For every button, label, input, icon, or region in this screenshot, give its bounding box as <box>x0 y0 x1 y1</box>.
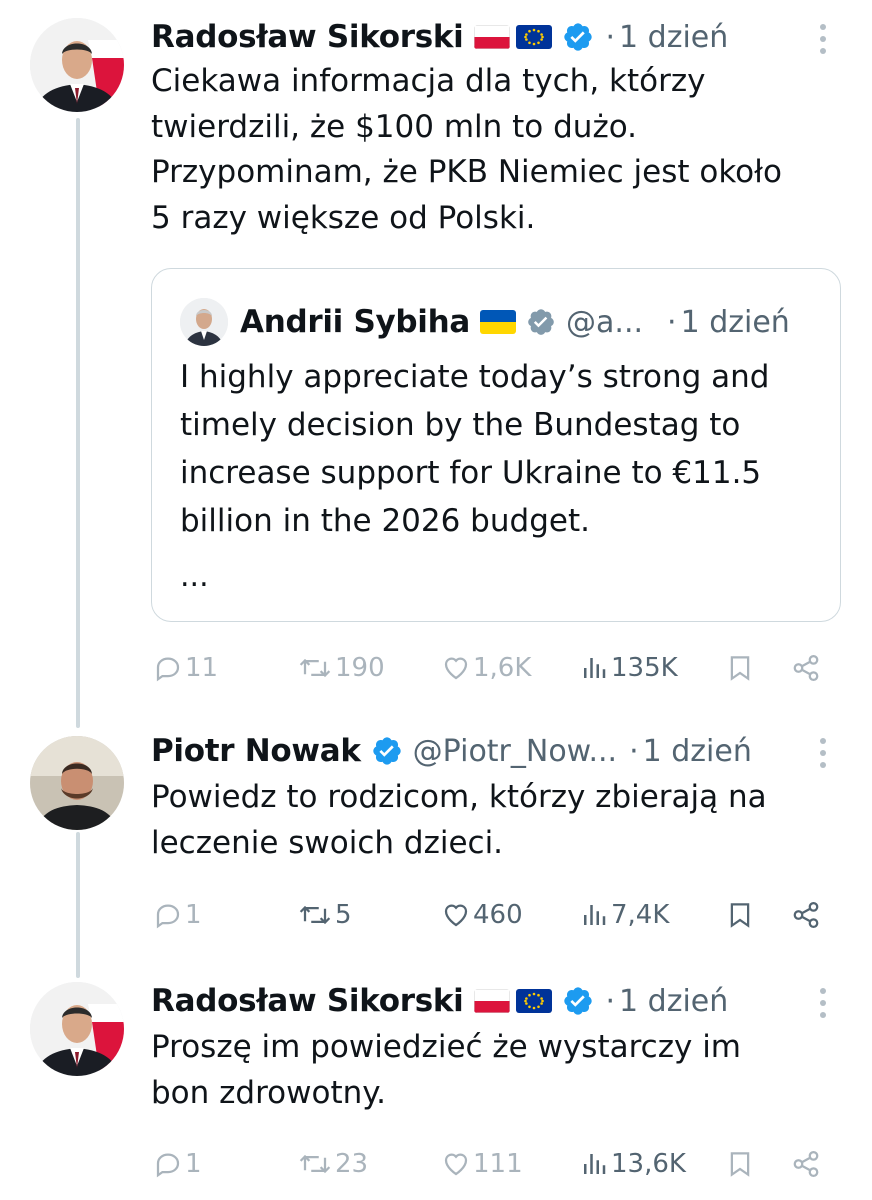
reply-count: 1 <box>185 1149 202 1179</box>
timestamp[interactable]: 1 dzień <box>619 984 728 1019</box>
separator-dot: · <box>667 304 677 340</box>
reply-icon <box>153 653 183 683</box>
bookmark-button[interactable] <box>725 1142 757 1186</box>
author-handle[interactable]: @Piotr_Now... <box>413 734 617 769</box>
reply-icon <box>153 1149 183 1179</box>
repost-count: 190 <box>335 653 385 683</box>
thread-line-1 <box>76 118 80 728</box>
poland-flag-icon <box>473 25 510 49</box>
views-icon <box>579 1149 609 1179</box>
thread-line-2 <box>76 832 80 978</box>
verified-icon <box>562 21 594 53</box>
view-count: 7,4K <box>611 900 670 930</box>
like-count: 1,6K <box>473 653 532 683</box>
verified-gray-icon <box>526 307 556 337</box>
like-button[interactable]: 111 <box>441 1142 523 1186</box>
tweet-3-actions: 1 23 111 13,6K <box>151 1142 841 1186</box>
repost-count: 5 <box>335 900 352 930</box>
tweet-text: Ciekawa informacja dla tych, którzy twie… <box>151 63 782 236</box>
repost-icon <box>297 1149 333 1179</box>
poland-flag-icon <box>473 989 510 1013</box>
bookmark-button[interactable] <box>725 646 757 690</box>
repost-button[interactable]: 5 <box>297 893 352 937</box>
avatar-nowak[interactable] <box>30 736 124 830</box>
tweet-3-header: Radosław Sikorski · 1 dzień <box>151 976 728 1026</box>
like-button[interactable]: 1,6K <box>441 646 531 690</box>
eu-flag-icon <box>515 25 552 49</box>
like-icon <box>441 1149 471 1179</box>
quoted-header: Andrii Sybiha @a... · 1 dzień <box>240 297 790 347</box>
quoted-tweet[interactable]: Andrii Sybiha @a... · 1 dzień I highly a… <box>151 268 841 622</box>
more-icon[interactable] <box>818 736 828 770</box>
share-button[interactable] <box>791 1142 823 1186</box>
view-count: 135K <box>611 653 678 683</box>
bookmark-icon <box>725 653 755 683</box>
more-icon[interactable] <box>818 22 828 56</box>
quoted-text: I highly appreciate today’s strong and t… <box>180 359 770 539</box>
tweet-1-actions: 11 190 1,6K 135K <box>151 646 841 690</box>
share-icon <box>791 900 821 930</box>
separator-dot: · <box>629 733 639 769</box>
timestamp[interactable]: 1 dzień <box>643 734 752 769</box>
author-name[interactable]: Piotr Nowak <box>151 733 361 769</box>
reply-icon <box>153 900 183 930</box>
quoted-timestamp[interactable]: 1 dzień <box>681 305 790 340</box>
reply-button[interactable]: 1 <box>153 893 202 937</box>
timestamp[interactable]: 1 dzień <box>619 20 728 55</box>
share-icon <box>791 653 821 683</box>
repost-button[interactable]: 190 <box>297 646 385 690</box>
views-icon <box>579 653 609 683</box>
repost-icon <box>297 900 333 930</box>
avatar-sybiha <box>180 298 228 346</box>
share-button[interactable] <box>791 893 823 937</box>
repost-count: 23 <box>335 1149 369 1179</box>
like-button[interactable]: 460 <box>441 893 523 937</box>
ukraine-flag-icon <box>480 310 517 334</box>
reply-count: 11 <box>185 653 219 683</box>
views-icon <box>579 900 609 930</box>
quoted-author-name[interactable]: Andrii Sybiha <box>240 304 470 340</box>
share-icon <box>791 1149 821 1179</box>
verified-icon <box>562 985 594 1017</box>
verified-icon <box>371 735 403 767</box>
like-count: 460 <box>473 900 523 930</box>
share-button[interactable] <box>791 646 823 690</box>
tweet-2-header: Piotr Nowak @Piotr_Now... · 1 dzień <box>151 726 752 776</box>
tweet-text: Powiedz to rodzicom, którzy zbierają na … <box>151 779 767 861</box>
repost-icon <box>297 653 333 683</box>
eu-flag-icon <box>515 989 552 1013</box>
repost-button[interactable]: 23 <box>297 1142 368 1186</box>
separator-dot: · <box>605 983 616 1019</box>
author-name[interactable]: Radosław Sikorski <box>151 19 464 55</box>
avatar-sikorski[interactable] <box>30 18 124 112</box>
reply-count: 1 <box>185 900 202 930</box>
views-button[interactable]: 135K <box>579 646 678 690</box>
quoted-handle[interactable]: @a... <box>566 305 643 340</box>
tweet-1-header: Radosław Sikorski · 1 dzień <box>151 12 728 62</box>
author-name[interactable]: Radosław Sikorski <box>151 983 464 1019</box>
bookmark-icon <box>725 1149 755 1179</box>
reply-button[interactable]: 1 <box>153 1142 202 1186</box>
avatar-sikorski[interactable] <box>30 982 124 1076</box>
views-button[interactable]: 13,6K <box>579 1142 686 1186</box>
separator-dot: · <box>605 19 616 55</box>
tweet-2-actions: 1 5 460 7,4K <box>151 893 841 937</box>
bookmark-button[interactable] <box>725 893 757 937</box>
like-icon <box>441 900 471 930</box>
quoted-ellipsis: ... <box>180 559 209 594</box>
reply-button[interactable]: 11 <box>153 646 218 690</box>
more-icon[interactable] <box>818 986 828 1020</box>
bookmark-icon <box>725 900 755 930</box>
view-count: 13,6K <box>611 1149 686 1179</box>
like-icon <box>441 653 471 683</box>
tweet-text: Proszę im powiedzieć że wystarczy im bon… <box>151 1029 741 1111</box>
views-button[interactable]: 7,4K <box>579 893 669 937</box>
like-count: 111 <box>473 1149 523 1179</box>
